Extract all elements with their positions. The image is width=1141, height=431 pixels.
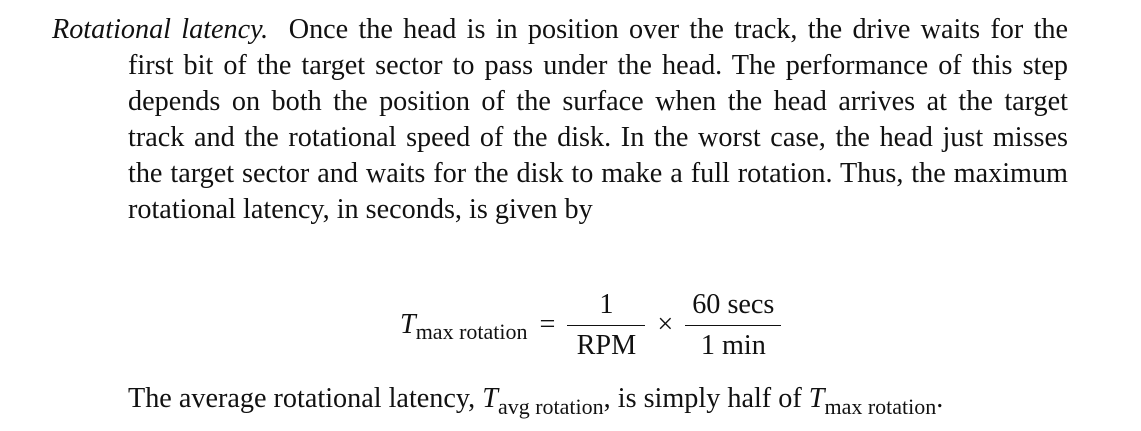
equation-lhs-variable: T: [400, 309, 416, 340]
closing-sentence: The average rotational latency, Tavg rot…: [128, 381, 944, 419]
fraction-2-numerator: 60 secs: [685, 288, 782, 326]
equation-lhs-subscript: max rotation: [415, 319, 528, 344]
times-sign: ×: [657, 309, 674, 340]
fraction-2-denominator: 1 min: [700, 329, 766, 361]
avg-rotation-subscript: avg rotation: [497, 394, 604, 419]
paragraph-body: Once the head is in position over the tr…: [128, 14, 1068, 226]
rotational-latency-paragraph: Rotational latency. Once the head is in …: [52, 12, 1068, 229]
fraction-1-denominator: RPM: [576, 329, 637, 361]
fraction-one-over-rpm: 1 RPM: [567, 288, 646, 363]
equals-sign: =: [539, 309, 556, 340]
closing-text-1: The average rotational latency,: [128, 383, 483, 414]
term-heading: Rotational latency.: [52, 14, 269, 45]
max-rotation-equation: T max rotation = 1 RPM × 60 secs 1 min: [400, 284, 782, 366]
max-rotation-subscript: max rotation: [824, 394, 937, 419]
avg-rotation-variable: T: [482, 383, 498, 414]
closing-text-3: .: [936, 383, 944, 414]
fraction-secs-per-min: 60 secs 1 min: [685, 288, 782, 363]
fraction-1-numerator: 1: [567, 288, 646, 326]
max-rotation-variable: T: [808, 383, 825, 414]
closing-text-2: , is simply half of: [603, 383, 809, 414]
document-page: Rotational latency. Once the head is in …: [0, 0, 1141, 431]
